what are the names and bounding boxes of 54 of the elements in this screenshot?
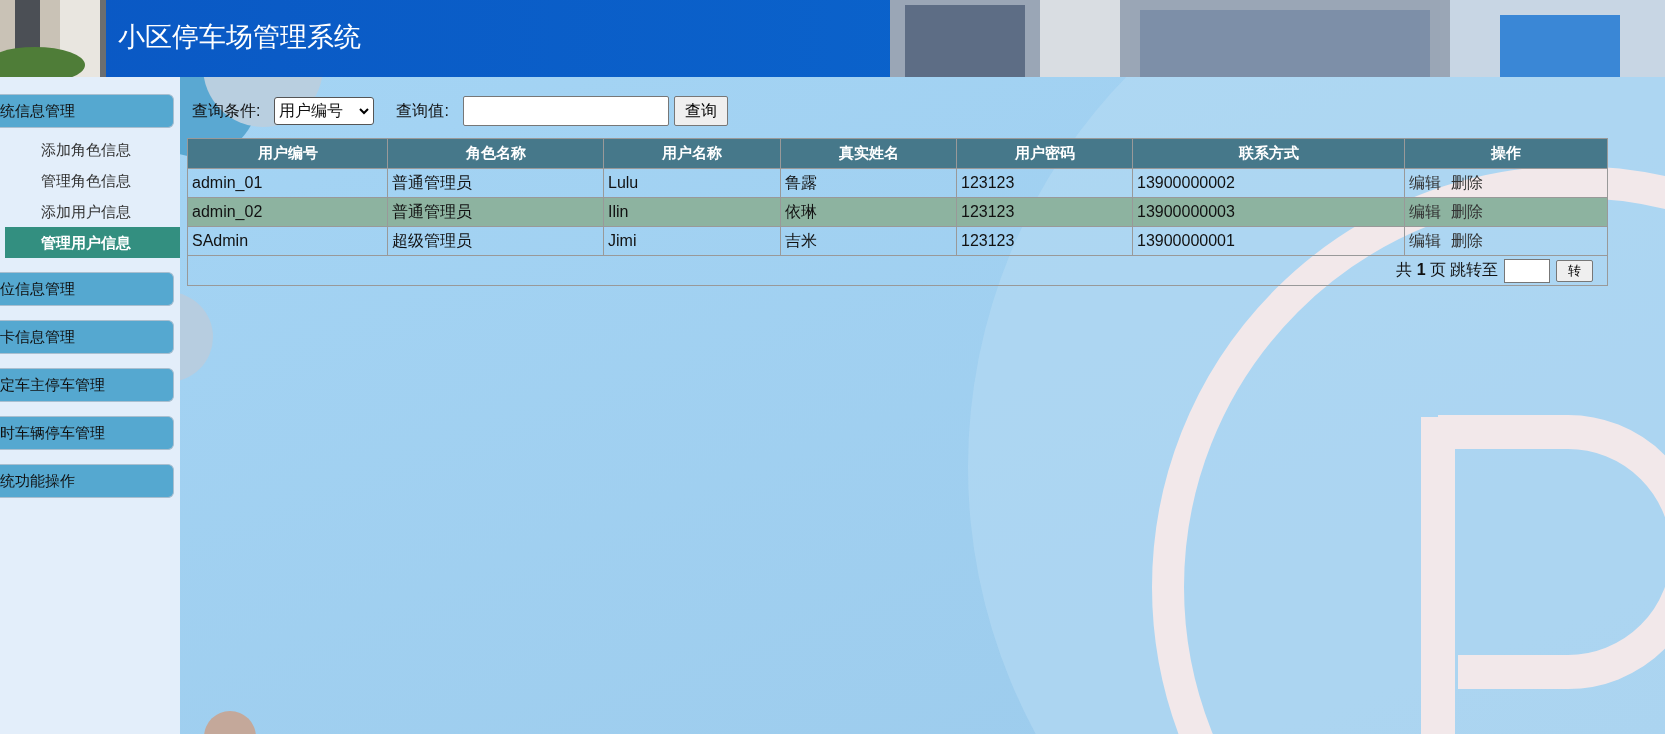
table-cell: 13900000001 <box>1132 226 1405 256</box>
condition-select[interactable]: 用户编号 <box>274 97 375 125</box>
action-link[interactable]: 编辑 <box>1409 173 1441 191</box>
table-cell: Ilin <box>603 197 781 227</box>
table-cell: 普通管理员 <box>387 168 604 198</box>
table-cell: 13900000003 <box>1132 197 1405 227</box>
column-header: 用户编号 <box>187 138 388 169</box>
table-cell: 123123 <box>956 226 1133 256</box>
table-cell: admin_01 <box>187 168 388 198</box>
jump-label: 跳转至 <box>1450 260 1498 278</box>
table-cell: 123123 <box>956 197 1133 227</box>
page-field[interactable] <box>1504 258 1550 283</box>
table-cell: 123123 <box>956 168 1133 198</box>
table-cell: admin_02 <box>187 197 388 227</box>
table-row[interactable]: admin_02 普通管理员 Ilin 依琳 123123 13900000003 编辑 删除 <box>187 197 1608 227</box>
table-cell: 鲁露 <box>780 168 957 198</box>
sidebar-group[interactable]: 卡信息管理 <box>0 320 174 354</box>
action-link[interactable]: 删除 <box>1451 202 1483 220</box>
action-link[interactable]: 删除 <box>1451 173 1483 191</box>
query-button[interactable]: 查询 <box>673 96 728 126</box>
table-cell: 普通管理员 <box>387 197 604 227</box>
column-header: 操作 <box>1404 138 1608 169</box>
column-header: 联系方式 <box>1132 138 1405 169</box>
jump-button[interactable]: 转 <box>1556 259 1593 282</box>
table-cell: Jimi <box>603 226 781 256</box>
column-header: 用户名称 <box>603 138 781 169</box>
page-count-text: 共 1 页 <box>1396 260 1446 278</box>
column-header: 用户密码 <box>956 138 1133 169</box>
column-header: 角色名称 <box>387 138 604 169</box>
value-label: 查询值: <box>396 100 449 121</box>
sidebar-item[interactable]: 管理角色信息 <box>5 165 180 196</box>
table-cell: 超级管理员 <box>387 226 604 256</box>
table-row[interactable]: SAdmin 超级管理员 Jimi 吉米 123123 13900000001 编辑 删除 <box>187 226 1608 256</box>
action-link[interactable]: 编辑 <box>1409 231 1441 249</box>
sidebar-item[interactable]: 管理用户信息 <box>5 227 180 258</box>
column-header: 真实姓名 <box>780 138 957 169</box>
sidebar-group[interactable]: 时车辆停车管理 <box>0 416 174 450</box>
action-link[interactable]: 删除 <box>1451 231 1483 249</box>
query-field[interactable] <box>462 96 669 126</box>
table-row[interactable]: admin_01 普通管理员 Lulu 鲁露 123123 13900000002 编辑 删除 <box>187 168 1608 198</box>
sidebar-item[interactable]: 添加用户信息 <box>5 196 180 227</box>
sidebar-group[interactable]: 统信息管理 <box>0 94 174 128</box>
app-title: 小区停车场管理系统 <box>118 21 361 54</box>
sidebar-group[interactable]: 统功能操作 <box>0 464 174 498</box>
table-cell: 吉米 <box>780 226 957 256</box>
table-cell: 13900000002 <box>1132 168 1405 198</box>
table-cell: Lulu <box>603 168 781 198</box>
table-cell: 依琳 <box>780 197 957 227</box>
sidebar-group[interactable]: 位信息管理 <box>0 272 174 306</box>
sidebar-group[interactable]: 定车主停车管理 <box>0 368 174 402</box>
sidebar-item[interactable]: 添加角色信息 <box>5 134 180 165</box>
action-link[interactable]: 编辑 <box>1409 202 1441 220</box>
table-cell: SAdmin <box>187 226 388 256</box>
condition-label: 查询条件: <box>192 100 261 121</box>
